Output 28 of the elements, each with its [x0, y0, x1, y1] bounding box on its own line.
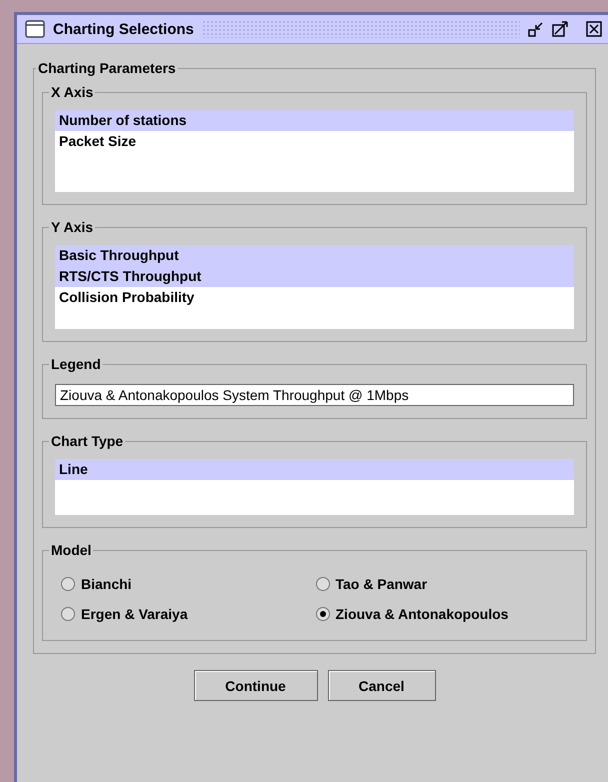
list-item[interactable]: Line: [55, 459, 574, 480]
close-icon[interactable]: [586, 21, 602, 37]
group-title: Y Axis: [50, 219, 94, 235]
list-item[interactable]: Packet Size: [55, 131, 574, 152]
radio-button[interactable]: [61, 607, 75, 621]
list-item[interactable]: Collision Probability: [55, 287, 574, 308]
radio-button[interactable]: [61, 577, 75, 591]
radio-button[interactable]: [316, 607, 330, 621]
cancel-button[interactable]: Cancel: [328, 670, 436, 701]
maximize-icon[interactable]: [552, 21, 568, 37]
list-item[interactable]: Number of stations: [55, 110, 574, 131]
minimize-icon[interactable]: [528, 21, 544, 37]
list-item[interactable]: RTS/CTS Throughput: [55, 266, 574, 287]
window-title: Charting Selections: [53, 20, 194, 38]
radio-label[interactable]: Tao & Panwar: [336, 576, 428, 592]
group-title: Charting Parameters: [37, 60, 177, 76]
radio-label[interactable]: Ergen & Varaiya: [81, 606, 188, 622]
group-title: Chart Type: [50, 433, 124, 449]
radio-button[interactable]: [316, 577, 330, 591]
legend-input-field[interactable]: Ziouva & Antonakopoulos System Throughput @ 1Mbps: [55, 384, 574, 406]
radio-label[interactable]: Ziouva & Antonakopoulos: [336, 606, 508, 622]
continue-button[interactable]: Continue: [194, 670, 318, 701]
window-icon: [25, 20, 45, 38]
group-title: Legend: [50, 356, 102, 372]
radio-label[interactable]: Bianchi: [81, 576, 132, 592]
list-item[interactable]: Basic Throughput: [55, 245, 574, 266]
group-title: Model: [50, 542, 92, 558]
group-title: X Axis: [50, 84, 94, 100]
